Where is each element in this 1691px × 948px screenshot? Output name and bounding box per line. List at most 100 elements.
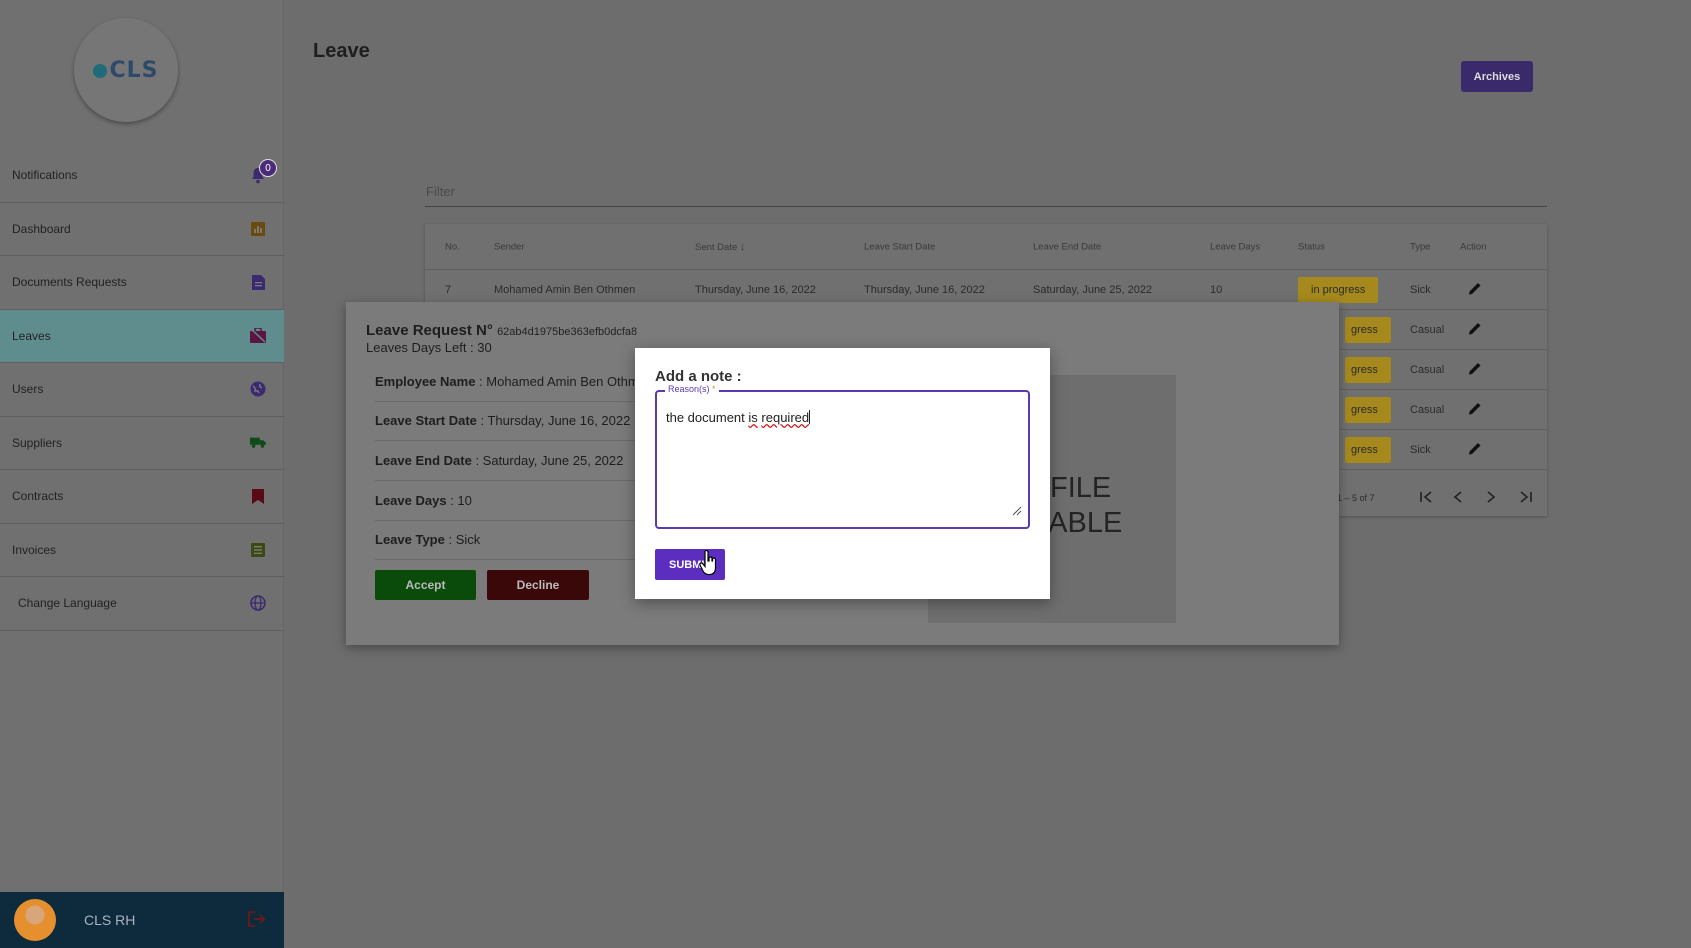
row-no: 7: [445, 283, 452, 296]
archives-button[interactable]: Archives: [1461, 61, 1533, 92]
sidebar-item-notifications[interactable]: Notifications 0: [0, 149, 284, 203]
field-value: : Mohamed Amin Ben Othmen: [475, 374, 654, 389]
sidebar-item-label: Users: [12, 382, 44, 397]
field-label: Leave Days: [375, 493, 447, 508]
row-type: Casual: [1410, 363, 1445, 376]
notification-count-badge: 0: [259, 159, 277, 177]
status-badge: gress: [1345, 396, 1391, 423]
field-value: : 10: [446, 493, 472, 508]
sidebar-item-change-language[interactable]: Change Language: [0, 577, 284, 631]
first-page-icon[interactable]: [1419, 491, 1433, 505]
logo-text: CLS: [109, 57, 159, 83]
sort-down-arrow-icon: ↓: [739, 240, 746, 253]
status-badge: gress: [1345, 436, 1391, 463]
decline-button[interactable]: Decline: [487, 570, 589, 600]
chart-icon: [250, 221, 266, 237]
reason-text-part: the document: [666, 410, 749, 425]
reason-label: Reason(s) *: [665, 384, 719, 394]
field-label: Leave Start Date: [375, 413, 477, 428]
reason-label-text: Reason(s): [668, 384, 710, 394]
reason-textarea[interactable]: Reason(s) * the document is required: [655, 384, 1030, 529]
sidebar-item-label: Dashboard: [12, 221, 71, 236]
reason-text: the document is required: [666, 410, 811, 425]
column-header-leave-start-date: Leave Start Date: [864, 241, 936, 252]
column-header-type: Type: [1410, 241, 1431, 252]
no-file-text-line1: FILE: [1050, 472, 1112, 504]
sidebar-item-dashboard[interactable]: Dashboard: [0, 203, 284, 256]
leave-type-field: Leave Type : Sick: [375, 520, 665, 560]
avatar[interactable]: [14, 899, 56, 941]
column-header-label: Sent Date: [695, 241, 738, 253]
row-type: Casual: [1410, 323, 1445, 336]
next-page-icon[interactable]: [1486, 491, 1496, 505]
column-header-sent-date[interactable]: Sent Date ↓: [695, 241, 745, 253]
column-header-no: No.: [445, 241, 460, 252]
reason-text-part: is: [748, 410, 758, 425]
hand-pointer-cursor-icon: [699, 549, 719, 581]
resize-handle-icon[interactable]: [1012, 503, 1022, 521]
logout-icon[interactable]: [248, 911, 266, 932]
globe-icon: [250, 381, 266, 397]
filter-placeholder: Filter: [426, 184, 455, 199]
sidebar-item-contracts[interactable]: Contracts: [0, 470, 284, 524]
page-title: Leave: [313, 40, 370, 62]
logo-globe-icon: [93, 63, 108, 78]
row-leave-end-date: Saturday, June 25, 2022: [1033, 283, 1153, 296]
modal-title: Leave Request N° 62ab4d1975be363efb0dcfa…: [366, 322, 637, 339]
leave-days-field: Leave Days : 10: [375, 481, 665, 521]
field-label: Leave End Date: [375, 453, 472, 468]
last-page-icon[interactable]: [1519, 491, 1533, 505]
page-range-label: 1 – 5 of 7: [1337, 493, 1375, 503]
sidebar-nav: Notifications 0 Dashboard Documents Requ…: [0, 149, 284, 631]
status-badge: gress: [1345, 316, 1391, 343]
required-asterisk: *: [712, 384, 716, 394]
profile-name: CLS RH: [84, 912, 136, 928]
sidebar: CLS Notifications 0 Dashboard Documents …: [0, 0, 284, 948]
edit-icon[interactable]: [1468, 441, 1482, 458]
list-icon: [250, 542, 266, 558]
leave-start-date-field: Leave Start Date : Thursday, June 16, 20…: [375, 401, 665, 441]
row-sender: Mohamed Amin Ben Othmen: [494, 283, 636, 296]
add-note-dialog: Add a note : Reason(s) * the document is…: [635, 348, 1050, 599]
filter-input[interactable]: Filter: [425, 180, 1547, 207]
sidebar-item-label: Documents Requests: [12, 275, 127, 290]
column-header-sender: Sender: [494, 241, 525, 252]
sidebar-item-invoices[interactable]: Invoices: [0, 524, 284, 577]
sidebar-item-documents-requests[interactable]: Documents Requests: [0, 256, 284, 310]
leave-end-date-field: Leave End Date : Saturday, June 25, 2022: [375, 441, 665, 481]
field-value: : Saturday, June 25, 2022: [471, 453, 624, 468]
row-type: Sick: [1410, 283, 1431, 296]
leave-days-left: Leaves Days Left : 30: [366, 340, 492, 355]
accept-button[interactable]: Accept: [375, 570, 476, 600]
language-icon: [250, 595, 266, 611]
employee-name-field: Employee Name : Mohamed Amin Ben Othmen: [375, 362, 665, 402]
column-header-status: Status: [1298, 241, 1325, 252]
reason-text-part: required: [761, 410, 810, 425]
field-label: Employee Name: [375, 374, 476, 389]
request-id: 62ab4d1975be363efb0dcfa8: [497, 326, 638, 338]
user-profile: CLS RH: [0, 892, 284, 948]
sidebar-item-suppliers[interactable]: Suppliers: [0, 417, 284, 470]
column-header-leave-end-date: Leave End Date: [1033, 241, 1102, 252]
field-value: : Sick: [444, 532, 481, 547]
table-header: No. Sender Sent Date ↓ Leave Start Date …: [425, 224, 1547, 270]
field-value: : Thursday, June 16, 2022: [476, 413, 631, 428]
dialog-title: Add a note :: [655, 368, 742, 385]
column-header-leave-days: Leave Days: [1210, 241, 1261, 252]
row-type: Sick: [1410, 443, 1431, 456]
status-badge: gress: [1345, 356, 1391, 383]
row-leave-start-date: Thursday, June 16, 2022: [864, 283, 985, 296]
edit-icon[interactable]: [1468, 401, 1482, 418]
edit-icon[interactable]: [1468, 321, 1482, 338]
sidebar-item-label: Leaves: [12, 328, 51, 343]
edit-icon[interactable]: [1468, 361, 1482, 378]
edit-icon[interactable]: [1468, 281, 1482, 298]
column-header-action: Action: [1460, 241, 1487, 252]
company-logo: CLS: [74, 18, 178, 122]
previous-page-icon[interactable]: [1453, 491, 1463, 505]
sidebar-item-label: Change Language: [18, 596, 117, 611]
row-leave-days: 10: [1210, 283, 1223, 296]
text-caret: [809, 410, 811, 424]
sidebar-item-users[interactable]: Users: [0, 363, 284, 417]
sidebar-item-leaves[interactable]: Leaves: [0, 309, 284, 363]
